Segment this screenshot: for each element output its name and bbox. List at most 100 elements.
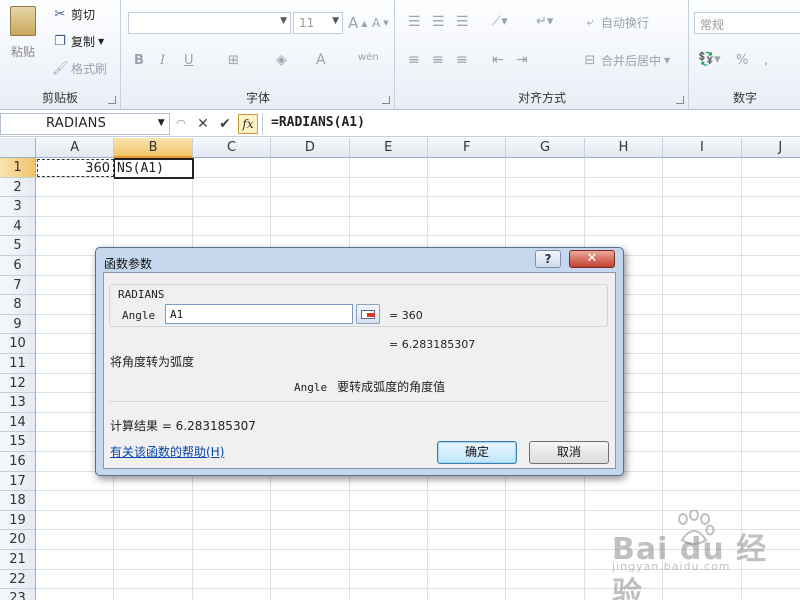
font-size-combo[interactable]: 11 ▼ <box>293 12 343 34</box>
column-header-a[interactable]: A <box>36 138 115 158</box>
select-all-corner[interactable] <box>0 138 36 158</box>
bold-icon[interactable]: B <box>134 53 144 68</box>
increase-indent-icon[interactable]: ⇥ <box>516 52 528 68</box>
shrink-font-icon[interactable]: A ▼ <box>372 16 389 30</box>
column-header-j[interactable]: J <box>741 138 800 158</box>
row-header-6[interactable]: 6 <box>0 256 36 276</box>
font-name-combo[interactable]: ▼ <box>128 12 291 34</box>
row-header-3[interactable]: 3 <box>0 197 36 217</box>
cut-button[interactable]: ✂ 剪切 <box>52 6 95 23</box>
align-right-icon[interactable]: ≡ <box>456 52 468 68</box>
comma-style-icon[interactable]: , <box>764 53 768 68</box>
help-button[interactable]: ? <box>535 250 561 268</box>
copy-button[interactable]: ❐ 复制 ▼ <box>52 33 104 50</box>
formula-input[interactable]: =RADIANS(A1) <box>262 113 800 135</box>
orientation-icon[interactable]: ⟋▾ <box>492 14 508 29</box>
row-header-9[interactable]: 9 <box>0 314 36 335</box>
row-header-22[interactable]: 22 <box>0 569 36 590</box>
row-header-14[interactable]: 14 <box>0 412 36 433</box>
column-header-g[interactable]: G <box>506 138 585 158</box>
wrap-text-button[interactable]: ⤶ 自动换行 <box>582 14 649 31</box>
cancel-entry-icon[interactable]: ✕ <box>194 115 212 133</box>
align-bottom-icon[interactable]: ☰ <box>456 14 469 30</box>
function-arguments-dialog: 函数参数 ? ✕ RADIANS Angle = 360 = 6.2831853… <box>95 247 624 476</box>
align-left-icon[interactable]: ≡ <box>408 52 420 68</box>
percent-button[interactable]: % <box>736 53 748 68</box>
row-header-18[interactable]: 18 <box>0 491 36 511</box>
format-painter-button[interactable]: 🖌 格式刷 <box>52 60 107 77</box>
ribbon: 粘贴 ✂ 剪切 ❐ 复制 ▼ 🖌 格式刷 剪贴板 ▼ 11 ▼ A ▲ A ▼ B … <box>0 0 800 110</box>
row-header-11[interactable]: 11 <box>0 354 36 374</box>
align-middle-icon[interactable]: ☰ <box>432 14 445 30</box>
row-header-12[interactable]: 12 <box>0 373 36 394</box>
confirm-entry-icon[interactable]: ✔ <box>216 115 234 133</box>
paste-button[interactable]: 粘贴 <box>10 6 36 60</box>
collapse-icon[interactable]: ◠ <box>172 115 190 133</box>
phonetic-icon[interactable]: wén <box>358 52 379 63</box>
formula-bar: RADIANS ▼ ◠ ✕ ✔ fx =RADIANS(A1) <box>0 111 800 137</box>
underline-icon[interactable]: U <box>184 53 194 68</box>
text-direction-icon[interactable]: ↵▾ <box>536 14 553 29</box>
cancel-button[interactable]: 取消 <box>529 441 609 464</box>
row-header-4[interactable]: 4 <box>0 216 36 237</box>
row-header-5[interactable]: 5 <box>0 236 36 256</box>
grow-font-icon[interactable]: A ▲ <box>348 14 367 32</box>
function-help-link[interactable]: 有关该函数的帮助(H) <box>110 443 224 460</box>
dialog-launcher-icon[interactable] <box>382 96 390 104</box>
copy-label: 复制 <box>71 35 96 49</box>
dialog-launcher-icon[interactable] <box>108 96 116 104</box>
dialog-launcher-icon[interactable] <box>676 96 684 104</box>
row-header-2[interactable]: 2 <box>0 177 36 198</box>
column-header-c[interactable]: C <box>192 138 272 158</box>
decrease-indent-icon[interactable]: ⇤ <box>492 52 504 68</box>
name-box[interactable]: RADIANS ▼ <box>0 113 170 135</box>
chevron-down-icon: ▼ <box>664 56 671 65</box>
column-header-d[interactable]: D <box>271 138 350 158</box>
formula-buttons: ◠ ✕ ✔ fx <box>172 113 258 135</box>
italic-icon[interactable]: I <box>160 53 165 68</box>
column-header-b[interactable]: B <box>114 138 193 158</box>
collapse-dialog-button[interactable] <box>356 304 380 324</box>
row-header-23[interactable]: 23 <box>0 589 36 600</box>
column-header-i[interactable]: I <box>663 138 742 158</box>
align-center-icon[interactable]: ≡ <box>432 52 444 68</box>
row-header-8[interactable]: 8 <box>0 295 36 315</box>
cell-a1[interactable]: 360 <box>37 159 114 177</box>
row-header-16[interactable]: 16 <box>0 452 36 472</box>
wrap-text-label: 自动换行 <box>601 16 650 30</box>
merge-center-label: 合并后居中 <box>601 54 662 68</box>
row-header-19[interactable]: 19 <box>0 510 36 531</box>
row-header-15[interactable]: 15 <box>0 432 36 452</box>
row-header-20[interactable]: 20 <box>0 530 36 550</box>
ok-button[interactable]: 确定 <box>437 441 517 464</box>
close-button[interactable]: ✕ <box>569 250 615 268</box>
row-header-10[interactable]: 10 <box>0 334 36 354</box>
number-group-label: 数字 <box>732 91 757 105</box>
merge-center-button[interactable]: ⊟ 合并后居中 ▼ <box>582 52 671 69</box>
align-top-icon[interactable]: ☰ <box>408 14 421 30</box>
row-header-21[interactable]: 21 <box>0 550 36 570</box>
number-format-combo[interactable]: 常规 <box>694 12 800 34</box>
chevron-down-icon: ▼ <box>332 16 339 26</box>
row-header-7[interactable]: 7 <box>0 275 36 296</box>
row-header-13[interactable]: 13 <box>0 393 36 413</box>
cell-b1[interactable]: NS(A1) <box>114 158 194 179</box>
argument-description-text: 要转成弧度的角度值 <box>337 380 446 394</box>
row-header-1[interactable]: 1 <box>0 158 36 178</box>
angle-input[interactable] <box>165 304 353 324</box>
borders-icon[interactable]: ⊞ <box>228 53 239 68</box>
row-header-17[interactable]: 17 <box>0 471 36 492</box>
wrap-text-icon: ⤶ <box>586 14 594 30</box>
font-color-icon[interactable]: A <box>316 52 326 68</box>
fill-color-icon[interactable]: ◈ <box>276 52 287 68</box>
paste-icon <box>10 6 36 36</box>
column-header-e[interactable]: E <box>349 138 428 158</box>
function-name: RADIANS <box>118 288 165 301</box>
gridline-horizontal <box>36 490 800 492</box>
insert-function-icon[interactable]: fx <box>238 114 258 134</box>
chevron-down-icon: ▼ <box>157 118 165 128</box>
column-header-f[interactable]: F <box>428 138 507 158</box>
currency-icon[interactable]: 💱▾ <box>698 52 721 67</box>
column-header-h[interactable]: H <box>584 138 664 158</box>
range-select-arrow-icon <box>367 313 375 317</box>
